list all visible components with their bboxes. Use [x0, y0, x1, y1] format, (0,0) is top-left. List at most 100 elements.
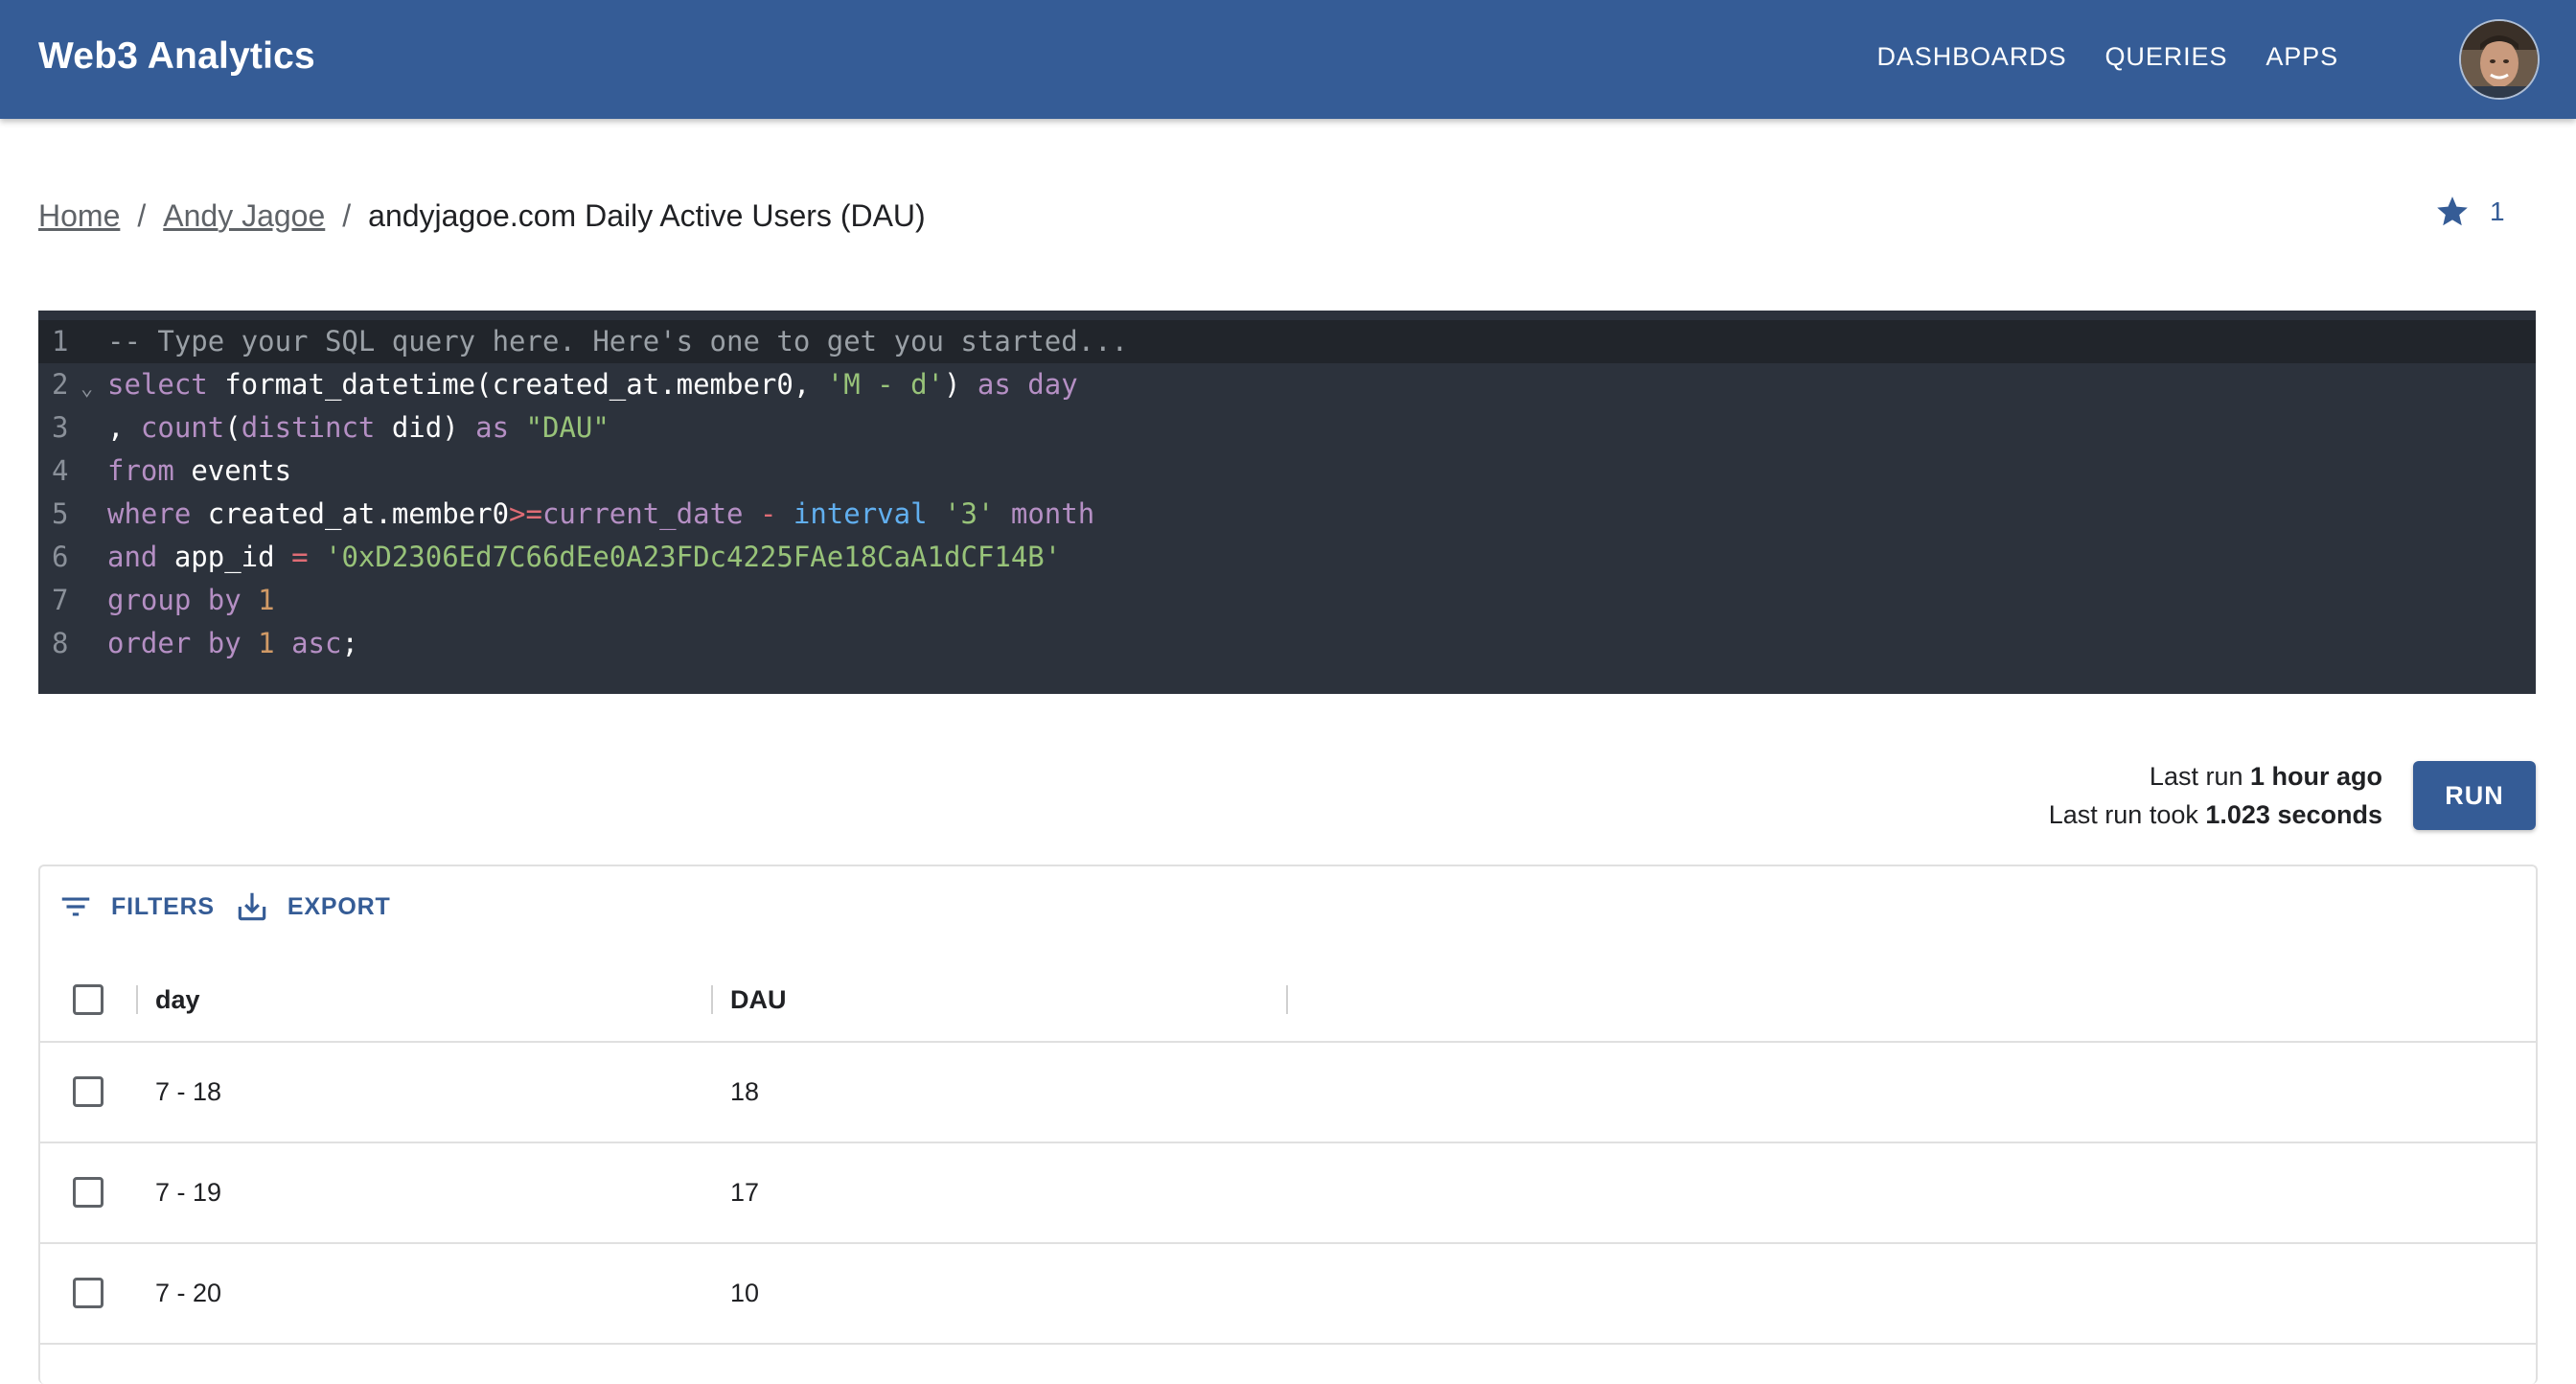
- select-all-checkbox[interactable]: [73, 984, 104, 1015]
- download-icon: [238, 892, 266, 921]
- favorite-count: 1: [2490, 196, 2505, 226]
- last-run-label: Last run: [2149, 762, 2250, 791]
- column-header-dau[interactable]: DAU: [730, 958, 787, 1041]
- column-separator[interactable]: [711, 985, 713, 1014]
- code-token: select: [107, 368, 225, 401]
- code-token: -: [759, 497, 794, 530]
- code-token: interval: [793, 497, 945, 530]
- nav-apps[interactable]: APPS: [2266, 42, 2338, 72]
- cell-day: 7 - 20: [155, 1279, 222, 1307]
- table-row[interactable]: 7 - 20 10: [40, 1244, 2536, 1345]
- table-row[interactable]: 7 - 18 18: [40, 1043, 2536, 1143]
- run-info: Last run 1 hour ago Last run took 1.023 …: [2049, 757, 2382, 834]
- column-header-day[interactable]: day: [155, 958, 200, 1041]
- star-icon: [2437, 196, 2468, 226]
- code-token: from: [107, 454, 192, 487]
- code-token: asc: [291, 627, 342, 659]
- code-line[interactable]: 1 -- Type your SQL query here. Here's one…: [38, 320, 2536, 363]
- row-checkbox[interactable]: [73, 1177, 104, 1208]
- code-token: current_date: [541, 497, 760, 530]
- grid-toolbar: FILTERS EXPORT: [58, 888, 410, 926]
- cell-dau: 18: [730, 1077, 760, 1106]
- avatar-icon: [2461, 21, 2538, 98]
- code-token: -- Type your SQL query here. Here's one …: [107, 325, 1129, 358]
- last-run-duration: Last run took 1.023 seconds: [2049, 796, 2382, 834]
- code-token: ): [943, 368, 978, 401]
- code-text: and app_id = '0xD2306Ed7C66dEe0A23FDc422…: [107, 536, 1061, 579]
- code-line[interactable]: 8 order by 1 asc;: [38, 622, 2536, 665]
- code-token: '0xD2306Ed7C66dEe0A23FDc4225FAe18CaA1dCF…: [324, 541, 1062, 573]
- line-number: 4: [52, 454, 69, 487]
- filter-list-icon: [61, 897, 90, 916]
- breadcrumb-separator: /: [137, 197, 147, 233]
- export-label: EXPORT: [287, 892, 391, 920]
- cell-day: 7 - 19: [155, 1178, 222, 1207]
- results-grid: FILTERS EXPORT day DAU 7 - 18 18 7 - 19 …: [38, 865, 2538, 1384]
- code-token: order by: [107, 627, 259, 659]
- code-text: order by 1 asc;: [107, 622, 358, 665]
- code-text: -- Type your SQL query here. Here's one …: [107, 320, 1128, 363]
- line-number: 3: [52, 411, 69, 444]
- code-token: as day: [977, 368, 1078, 401]
- line-number: 1: [52, 325, 69, 358]
- breadcrumb-user[interactable]: Andy Jagoe: [163, 198, 325, 234]
- breadcrumb-home[interactable]: Home: [38, 198, 120, 234]
- code-line[interactable]: 5 where created_at.member0>=current_date …: [38, 493, 2536, 536]
- row-checkbox[interactable]: [73, 1076, 104, 1107]
- code-text: group by 1: [107, 579, 275, 622]
- code-line[interactable]: 3, count(distinct did) as "DAU": [38, 406, 2536, 450]
- app-bar: Web3 Analytics DASHBOARDS QUERIES APPS: [0, 0, 2576, 119]
- user-avatar[interactable]: [2459, 19, 2540, 100]
- last-run-value: 1 hour ago: [2249, 762, 2382, 791]
- code-token: created_at.member0: [207, 497, 510, 530]
- column-separator[interactable]: [136, 985, 138, 1014]
- fold-chevron-icon[interactable]: ⌄: [80, 367, 93, 410]
- code-line[interactable]: 7 group by 1: [38, 579, 2536, 622]
- code-token: where: [107, 497, 208, 530]
- cell-day: 7 - 18: [155, 1077, 222, 1106]
- code-token: app_id: [173, 541, 292, 573]
- code-token: distinct: [241, 411, 376, 444]
- favorite-button[interactable]: 1: [2434, 194, 2505, 230]
- last-run-took-value: 1.023 seconds: [2205, 800, 2382, 829]
- code-token: month: [1010, 497, 1095, 530]
- code-token: as: [475, 411, 526, 444]
- code-token: '3': [944, 497, 1011, 530]
- code-token: =: [291, 541, 325, 573]
- nav-queries[interactable]: QUERIES: [2105, 42, 2228, 72]
- breadcrumb-separator: /: [342, 197, 352, 233]
- filters-label: FILTERS: [111, 892, 215, 920]
- line-number: 5: [52, 497, 69, 530]
- breadcrumb: Home / Andy Jagoe / andyjagoe.com Daily …: [38, 192, 926, 240]
- export-button[interactable]: EXPORT: [234, 888, 391, 925]
- code-token: count: [140, 411, 225, 444]
- top-nav: DASHBOARDS QUERIES APPS: [1838, 0, 2338, 113]
- table-row[interactable]: 7 - 19 17: [40, 1143, 2536, 1244]
- code-line[interactable]: 4 from events: [38, 450, 2536, 493]
- line-number: 8: [52, 627, 69, 659]
- last-run-took-label: Last run took: [2048, 800, 2206, 829]
- code-line[interactable]: 2 ⌄ select format_datetime(created_at.memb…: [38, 363, 2536, 406]
- line-number: 6: [52, 541, 69, 573]
- sql-editor[interactable]: 1 -- Type your SQL query here. Here's one…: [38, 311, 2536, 694]
- code-text: where created_at.member0>=current_date -…: [107, 493, 1094, 536]
- nav-dashboards[interactable]: DASHBOARDS: [1876, 42, 2066, 72]
- code-text: from events: [107, 450, 291, 493]
- code-line[interactable]: 6 and app_id = '0xD2306Ed7C66dEe0A23FDc42…: [38, 536, 2536, 579]
- code-text: select format_datetime(created_at.member…: [107, 363, 1078, 406]
- row-checkbox[interactable]: [73, 1278, 104, 1308]
- code-token: 1: [258, 627, 292, 659]
- app-title[interactable]: Web3 Analytics: [38, 0, 315, 113]
- run-button[interactable]: RUN: [2413, 761, 2536, 830]
- cell-dau: 17: [730, 1178, 760, 1207]
- grid-header: day DAU: [40, 958, 2536, 1043]
- code-token: ,: [107, 411, 141, 444]
- code-token: and: [107, 541, 174, 573]
- breadcrumb-current: andyjagoe.com Daily Active Users (DAU): [368, 197, 926, 233]
- code-token: (: [224, 411, 242, 444]
- code-token: "DAU": [525, 411, 610, 444]
- filters-button[interactable]: FILTERS: [58, 888, 215, 925]
- code-token: ;: [341, 627, 358, 659]
- column-separator[interactable]: [1286, 985, 1288, 1014]
- code-token: 1: [258, 584, 275, 616]
